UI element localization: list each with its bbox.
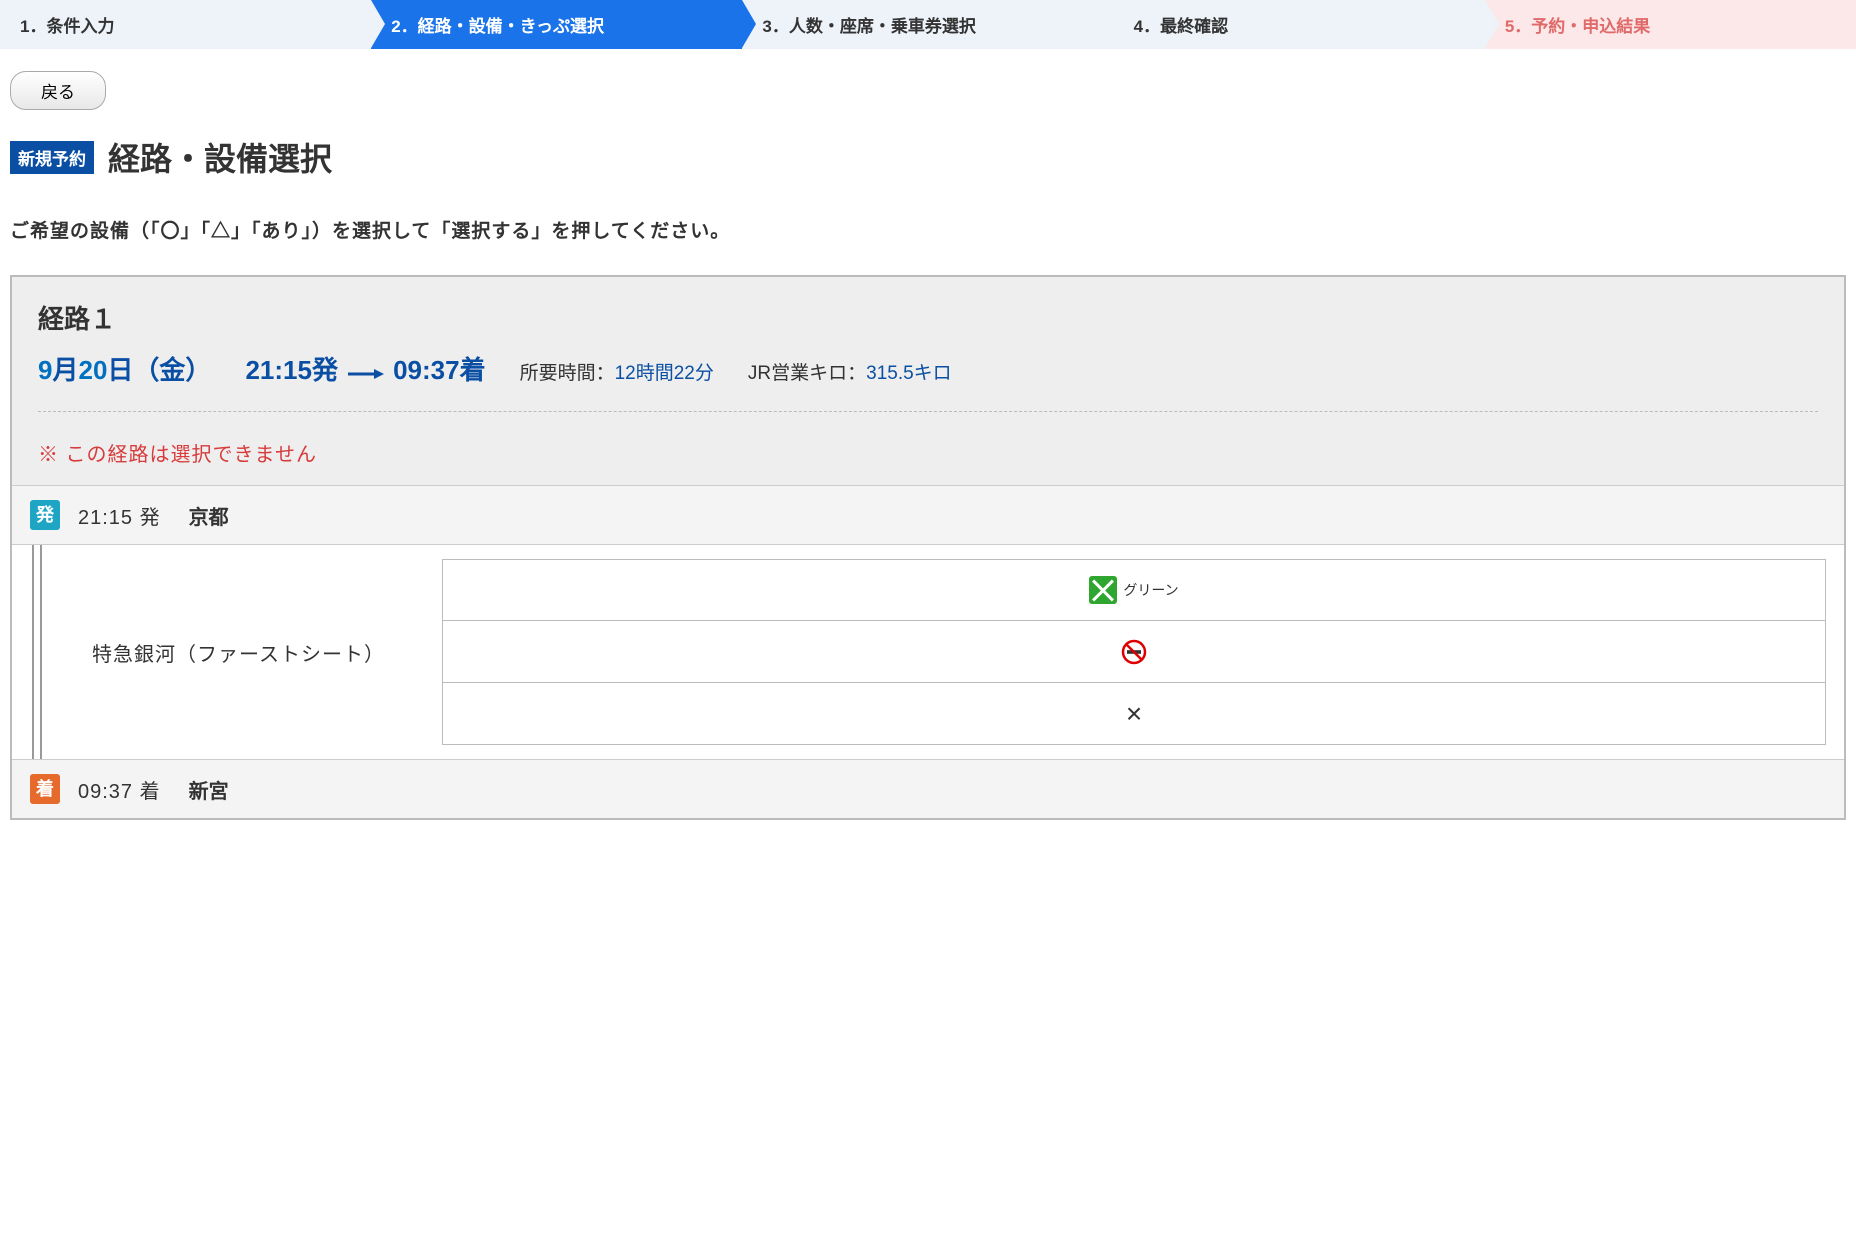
- route-distance: JR営業キロ：315.5キロ: [748, 358, 952, 385]
- option-unavailable: ×: [442, 683, 1826, 745]
- no-smoking-icon: [1121, 639, 1147, 665]
- departure-row: 発 21:15 発 京都: [12, 485, 1844, 544]
- seat-options: グリーン ×: [442, 545, 1844, 759]
- departure-badge-icon: 発: [30, 500, 60, 530]
- arrow-right-icon: [348, 366, 384, 382]
- badge-new-reservation: 新規予約: [10, 141, 94, 174]
- green-car-icon: [1089, 576, 1117, 604]
- route-date: 9月20日（金）: [38, 350, 211, 387]
- green-car-label: グリーン: [1123, 580, 1178, 600]
- route-duration: 所要時間：12時間22分: [520, 358, 714, 385]
- departure-time: 21:15 発: [78, 501, 161, 530]
- step-1: 1．条件入力: [0, 0, 371, 49]
- track-line-icon: [12, 545, 62, 759]
- step-2: 2．経路・設備・きっぷ選択: [371, 0, 742, 49]
- step-5: 5．予約・申込結果: [1485, 0, 1856, 49]
- route-header: 経路１ 9月20日（金） 21:15発 09:37着 所要時間：12時間22分 …: [12, 277, 1844, 485]
- arrival-station: 新宮: [189, 775, 229, 804]
- x-icon: ×: [1126, 698, 1142, 730]
- route-meta: 9月20日（金） 21:15発 09:37着 所要時間：12時間22分 JR営業…: [38, 350, 1818, 412]
- arrival-badge-icon: 着: [30, 774, 60, 804]
- option-green[interactable]: グリーン: [442, 559, 1826, 621]
- arrival-row: 着 09:37 着 新宮: [12, 759, 1844, 818]
- train-segment: 特急銀河（ファーストシート） グリーン ×: [12, 544, 1844, 759]
- step-4: 4．最終確認: [1114, 0, 1485, 49]
- back-button[interactable]: 戻る: [10, 71, 106, 110]
- page-title: 経路・設備選択: [108, 134, 332, 180]
- route-warning: ※ この経路は選択できません: [38, 438, 1818, 467]
- train-name: 特急銀河（ファーストシート）: [62, 545, 442, 759]
- route-title: 経路１: [38, 299, 1818, 336]
- step-3: 3．人数・座席・乗車券選択: [742, 0, 1113, 49]
- instruction-text: ご希望の設備（「〇」「△」「あり」）を選択して「選択する」を押してください。: [0, 188, 1856, 271]
- route-times: 21:15発 09:37着: [245, 350, 485, 387]
- departure-station: 京都: [189, 501, 229, 530]
- arrival-time: 09:37 着: [78, 775, 161, 804]
- route-box: 経路１ 9月20日（金） 21:15発 09:37着 所要時間：12時間22分 …: [10, 275, 1846, 820]
- progress-steps: 1．条件入力 2．経路・設備・きっぷ選択 3．人数・座席・乗車券選択 4．最終確…: [0, 0, 1856, 49]
- option-nosmoking[interactable]: [442, 621, 1826, 683]
